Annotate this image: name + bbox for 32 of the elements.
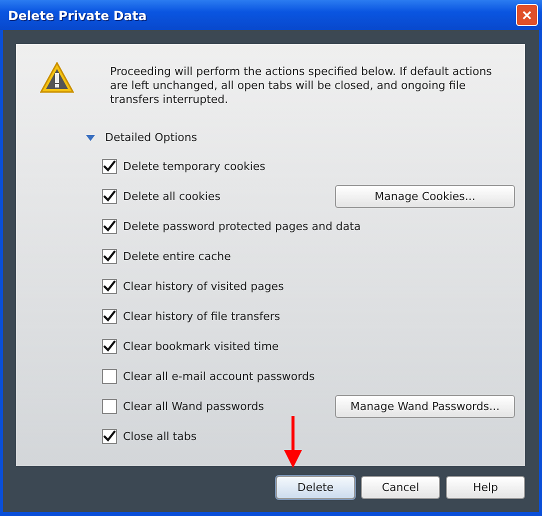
option-label: Clear all Wand passwords	[123, 400, 264, 412]
checkbox[interactable]	[102, 398, 117, 414]
checkbox[interactable]	[102, 158, 117, 174]
checkbox[interactable]	[102, 428, 117, 444]
option-label: Clear bookmark visited time	[123, 340, 279, 352]
arrow-icon	[284, 416, 302, 468]
option-label: Close all tabs	[123, 430, 197, 442]
dialog-button[interactable]: Cancel	[361, 476, 440, 499]
option-label: Delete temporary cookies	[123, 160, 266, 172]
option-label: Delete password protected pages and data	[123, 220, 361, 232]
close-button[interactable]: ✕	[516, 4, 538, 26]
option-label: Clear history of visited pages	[123, 280, 284, 292]
checkbox[interactable]	[102, 338, 117, 354]
option-label: Clear all e-mail account passwords	[123, 370, 315, 382]
checkbox[interactable]	[102, 308, 117, 324]
checkbox[interactable]	[102, 368, 117, 384]
checkbox[interactable]	[102, 188, 117, 204]
expand-triangle-icon[interactable]	[86, 134, 95, 140]
warning-message: Proceeding will perform the actions specified below. If default actions are left unchanged, all open tabs will be closed, and ongoing file transfers interrupted.	[110, 65, 493, 107]
option-label: Clear history of file transfers	[123, 310, 280, 322]
warning-icon	[40, 62, 74, 94]
checkbox[interactable]	[102, 248, 117, 264]
checkbox[interactable]	[102, 218, 117, 234]
manage-button[interactable]: Manage Cookies...	[335, 184, 515, 208]
details-label: Detailed Options	[105, 131, 198, 144]
option-label: Delete entire cache	[123, 250, 231, 262]
dialog-button[interactable]: Delete	[276, 476, 355, 499]
window-title: Delete Private Data	[8, 8, 147, 22]
dialog-button[interactable]: Help	[446, 476, 525, 499]
option-label: Delete all cookies	[123, 190, 220, 202]
manage-button[interactable]: Manage Wand Passwords...	[335, 394, 515, 418]
checkbox[interactable]	[102, 278, 117, 294]
